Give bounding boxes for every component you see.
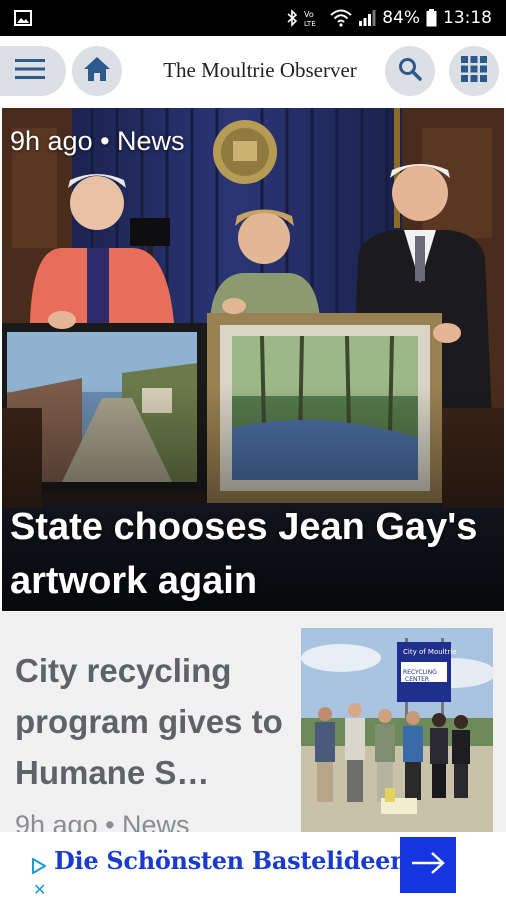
clock: 13:18	[443, 8, 492, 28]
sections-grid-button[interactable]	[449, 46, 499, 96]
status-bar: Vo LTE 84% 13:18	[0, 0, 506, 36]
ad-close-icon[interactable]: ✕	[33, 880, 46, 900]
ad-cta-button[interactable]	[400, 837, 456, 893]
ad-banner[interactable]: ✕ Die Schönsten Bastelideen	[0, 832, 506, 900]
hero-meta: 9h ago • News	[10, 126, 185, 156]
ad-headline[interactable]: Die Schönsten Bastelideen	[54, 846, 408, 875]
svg-text:RECYCLING: RECYCLING	[403, 669, 437, 676]
svg-text:LTE: LTE	[304, 20, 316, 27]
story-thumbnail[interactable]: City of Moultrie RECYCLING CENTER	[301, 628, 493, 832]
hero-headline[interactable]: State chooses Jean Gay's artwork again	[10, 500, 480, 608]
menu-button[interactable]	[0, 46, 66, 96]
wifi-icon	[330, 9, 352, 27]
story-headline[interactable]: City recycling program gives to Humane S…	[15, 645, 285, 798]
hero-story-card[interactable]: 9h ago • News State chooses Jean Gay's a…	[2, 108, 504, 611]
story-card[interactable]: City recycling program gives to Humane S…	[0, 612, 506, 840]
search-icon	[398, 57, 422, 86]
apps-grid-icon	[461, 55, 487, 87]
adchoices-icon[interactable]	[32, 857, 47, 879]
bluetooth-icon	[286, 9, 298, 27]
site-title: The Moultrie Observer	[163, 58, 357, 82]
gallery-notification-icon	[14, 10, 32, 26]
story-photo: City of Moultrie RECYCLING CENTER	[301, 628, 493, 832]
svg-text:City of Moultrie: City of Moultrie	[403, 648, 457, 656]
signal-icon	[358, 10, 376, 26]
battery-percent: 84%	[382, 8, 420, 28]
volte-icon: Vo LTE	[304, 9, 324, 27]
home-button[interactable]	[72, 46, 122, 96]
arrow-right-icon	[411, 851, 445, 880]
app-bar: The Moultrie Observer	[0, 36, 506, 108]
search-button[interactable]	[385, 46, 435, 96]
battery-icon	[426, 9, 437, 27]
svg-text:Vo: Vo	[304, 10, 314, 19]
menu-icon	[15, 58, 45, 85]
home-icon	[83, 56, 111, 87]
svg-text:CENTER: CENTER	[405, 676, 429, 683]
